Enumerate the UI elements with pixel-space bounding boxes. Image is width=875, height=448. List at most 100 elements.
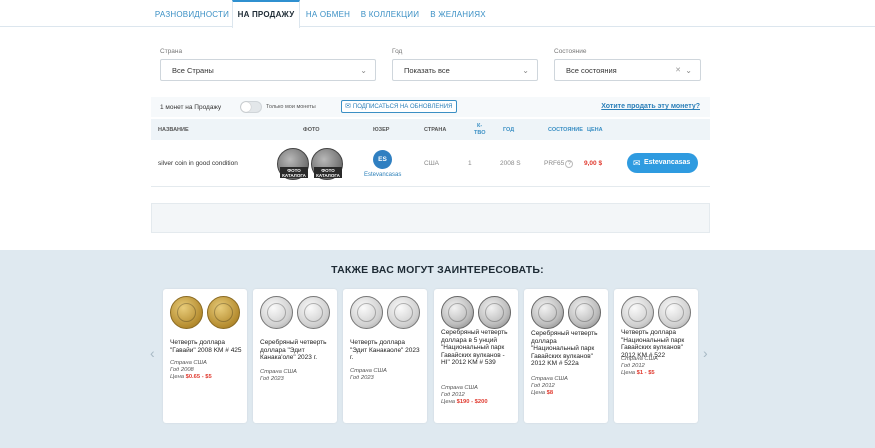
col-qty-line1[interactable]: К- <box>477 123 482 129</box>
empty-panel <box>151 203 710 233</box>
condition-filter-label: Состояние <box>554 48 587 55</box>
recommendation-meta: Страна США Год 2023 <box>350 368 422 382</box>
subscribe-button-label: ПОДПИСАТЬСЯ НА ОБНОВЛЕНИЯ <box>352 104 453 110</box>
carousel-next-icon[interactable]: › <box>703 345 708 361</box>
recommendation-country: Страна США <box>350 368 387 374</box>
toggle-knob <box>241 102 251 112</box>
chevron-down-icon: ⌄ <box>360 66 367 75</box>
sell-coin-link[interactable]: Хотите продать эту монету? <box>601 103 700 110</box>
recommendation-card[interactable]: Серебряный четверть доллара "Национальны… <box>524 289 608 423</box>
recommendation-price-label: Цена <box>170 374 186 380</box>
coin-relief <box>485 303 504 322</box>
recommendation-year: Год 2012 <box>441 392 465 398</box>
recommendation-year: Год 2023 <box>260 376 284 382</box>
recommendation-price-line: Цена $190 - $200 <box>441 399 513 406</box>
recommendation-meta: Страна США Год 2012 Цена $190 - $200 <box>441 385 513 406</box>
year-select[interactable]: Показать все ⌄ <box>392 59 538 81</box>
clear-icon[interactable]: ✕ <box>675 60 681 81</box>
tab-for-sale[interactable]: НА ПРОДАЖУ <box>232 0 300 28</box>
coin-relief <box>665 303 684 322</box>
coin-relief <box>394 303 413 322</box>
recommendation-price-line: Цена $8 <box>531 390 603 397</box>
recommendation-meta: Страна США Год 2012 Цена $8 <box>531 376 603 397</box>
recommendation-price-label: Цена <box>621 370 637 376</box>
tab-for-exchange[interactable]: НА ОБМЕН <box>300 0 356 27</box>
coin-relief <box>267 303 286 322</box>
coin-relief <box>177 303 196 322</box>
catalog-photo-tag: ФОТО КАТАЛОГА <box>280 167 308 178</box>
col-year[interactable]: ГОД <box>503 127 514 133</box>
recommendation-card[interactable]: Четверть доллара "Гавайи" 2008 KM # 425 С… <box>163 289 247 423</box>
coin-relief <box>538 303 557 322</box>
chevron-down-icon: ⌄ <box>685 66 692 75</box>
coin-relief <box>448 303 467 322</box>
recommendation-card[interactable]: Четверть доллара "Эдит Канакаоле" 2023 г… <box>343 289 427 423</box>
row-condition: PRF65? <box>544 160 574 168</box>
col-name: НАЗВАНИЕ <box>158 127 189 133</box>
coin-image-reverse[interactable] <box>387 296 420 329</box>
col-condition[interactable]: СОСТОЯНИЕ <box>548 127 583 133</box>
recommendation-price-label: Цена <box>441 399 457 405</box>
recommendation-price: $8 <box>546 390 554 396</box>
coin-image-obverse[interactable] <box>170 296 203 329</box>
row-coin-name[interactable]: silver coin in good condition <box>158 160 238 167</box>
row-condition-value: PRF65 <box>544 160 565 167</box>
recommendation-year: Год 2023 <box>350 375 374 381</box>
listing-count: 1 монет на Продажу <box>160 104 222 111</box>
country-select[interactable]: Все Страны ⌄ <box>160 59 376 81</box>
recommendation-title[interactable]: Серебряный четверть доллара "Национальны… <box>531 330 603 368</box>
coin-image-obverse[interactable] <box>531 296 564 329</box>
avatar[interactable]: ES <box>373 150 392 169</box>
tab-in-collection[interactable]: В КОЛЛЕКЦИИ <box>356 0 424 27</box>
coin-image-reverse[interactable] <box>297 296 330 329</box>
recommendation-title[interactable]: Серебряный четверть доллара "Эдит Канака… <box>260 339 332 362</box>
recommendations-title: ТАКЖЕ ВАС МОГУТ ЗАИНТЕРЕСОВАТЬ: <box>331 264 544 276</box>
recommendation-meta: Страна США Год 2008 Цена $0.65 - $5 <box>170 360 242 381</box>
tab-in-wishlist[interactable]: В ЖЕЛАНИЯХ <box>424 0 492 27</box>
carousel-prev-icon[interactable]: ‹ <box>150 345 155 361</box>
col-qty-line2[interactable]: ТВО <box>474 130 485 136</box>
coin-relief <box>214 303 233 322</box>
coin-image-reverse[interactable] <box>658 296 691 329</box>
user-link[interactable]: Estevancasas <box>364 172 401 178</box>
subscribe-button[interactable]: ✉ ПОДПИСАТЬСЯ НА ОБНОВЛЕНИЯ <box>341 100 458 113</box>
coin-image-obverse[interactable] <box>350 296 383 329</box>
coin-image-reverse[interactable] <box>568 296 601 329</box>
recommendation-year: Год 2012 <box>531 383 555 389</box>
recommendation-title[interactable]: Серебряный четверть доллара в 5 унций "Н… <box>441 329 513 367</box>
recommendation-card[interactable]: Серебряный четверть доллара "Эдит Канака… <box>253 289 337 423</box>
coin-image-reverse[interactable] <box>207 296 240 329</box>
recommendation-title[interactable]: Четверть доллара "Гавайи" 2008 KM # 425 <box>170 339 242 354</box>
recommendation-price: $0.65 - $5 <box>185 374 212 380</box>
recommendation-card[interactable]: Серебряный четверть доллара в 5 унций "Н… <box>434 289 518 423</box>
country-select-value: Все Страны <box>172 66 214 75</box>
country-filter-label: Страна <box>160 48 183 55</box>
help-icon[interactable]: ? <box>565 160 574 168</box>
recommendation-price-line: Цена $0.65 - $5 <box>170 374 242 381</box>
col-price[interactable]: ЦЕНА <box>587 127 603 133</box>
recommendation-title[interactable]: Четверть доллара "Национальный парк Гава… <box>621 329 693 359</box>
coin-photo-reverse[interactable]: ФОТО КАТАЛОГА <box>311 148 343 180</box>
recommendation-card[interactable]: Четверть доллара "Национальный парк Гава… <box>614 289 698 423</box>
recommendation-title[interactable]: Четверть доллара "Эдит Канакаоле" 2023 г… <box>350 339 422 362</box>
recommendation-country: Страна США <box>531 376 568 382</box>
only-my-coins-toggle[interactable] <box>240 101 262 113</box>
tab-bar: РАЗНОВИДНОСТИ НА ПРОДАЖУ НА ОБМЕН В КОЛЛ… <box>0 0 875 28</box>
col-user: ЮЗЕР <box>373 127 390 133</box>
recommendation-meta: Страна США Год 2023 <box>260 369 332 383</box>
coin-image-obverse[interactable] <box>260 296 293 329</box>
contact-seller-button[interactable]: ✉ Estevancasas <box>627 153 698 173</box>
envelope-icon: ✉ <box>633 158 641 168</box>
recommendation-year: Год 2008 <box>170 367 194 373</box>
recommendation-price-line: Цена $1 - $5 <box>621 370 693 377</box>
recommendation-country: Страна США <box>441 385 478 391</box>
recommendation-price: $1 - $5 <box>636 370 655 376</box>
coin-photo-obverse[interactable]: ФОТО КАТАЛОГА <box>277 148 309 180</box>
tab-varieties[interactable]: РАЗНОВИДНОСТИ <box>150 0 234 27</box>
coin-image-obverse[interactable] <box>621 296 654 329</box>
condition-select[interactable]: Все состояния ✕ ⌄ <box>554 59 701 81</box>
coin-image-reverse[interactable] <box>478 296 511 329</box>
coin-image-obverse[interactable] <box>441 296 474 329</box>
recommendation-price: $190 - $200 <box>456 399 488 405</box>
chevron-down-icon: ⌄ <box>522 66 529 75</box>
